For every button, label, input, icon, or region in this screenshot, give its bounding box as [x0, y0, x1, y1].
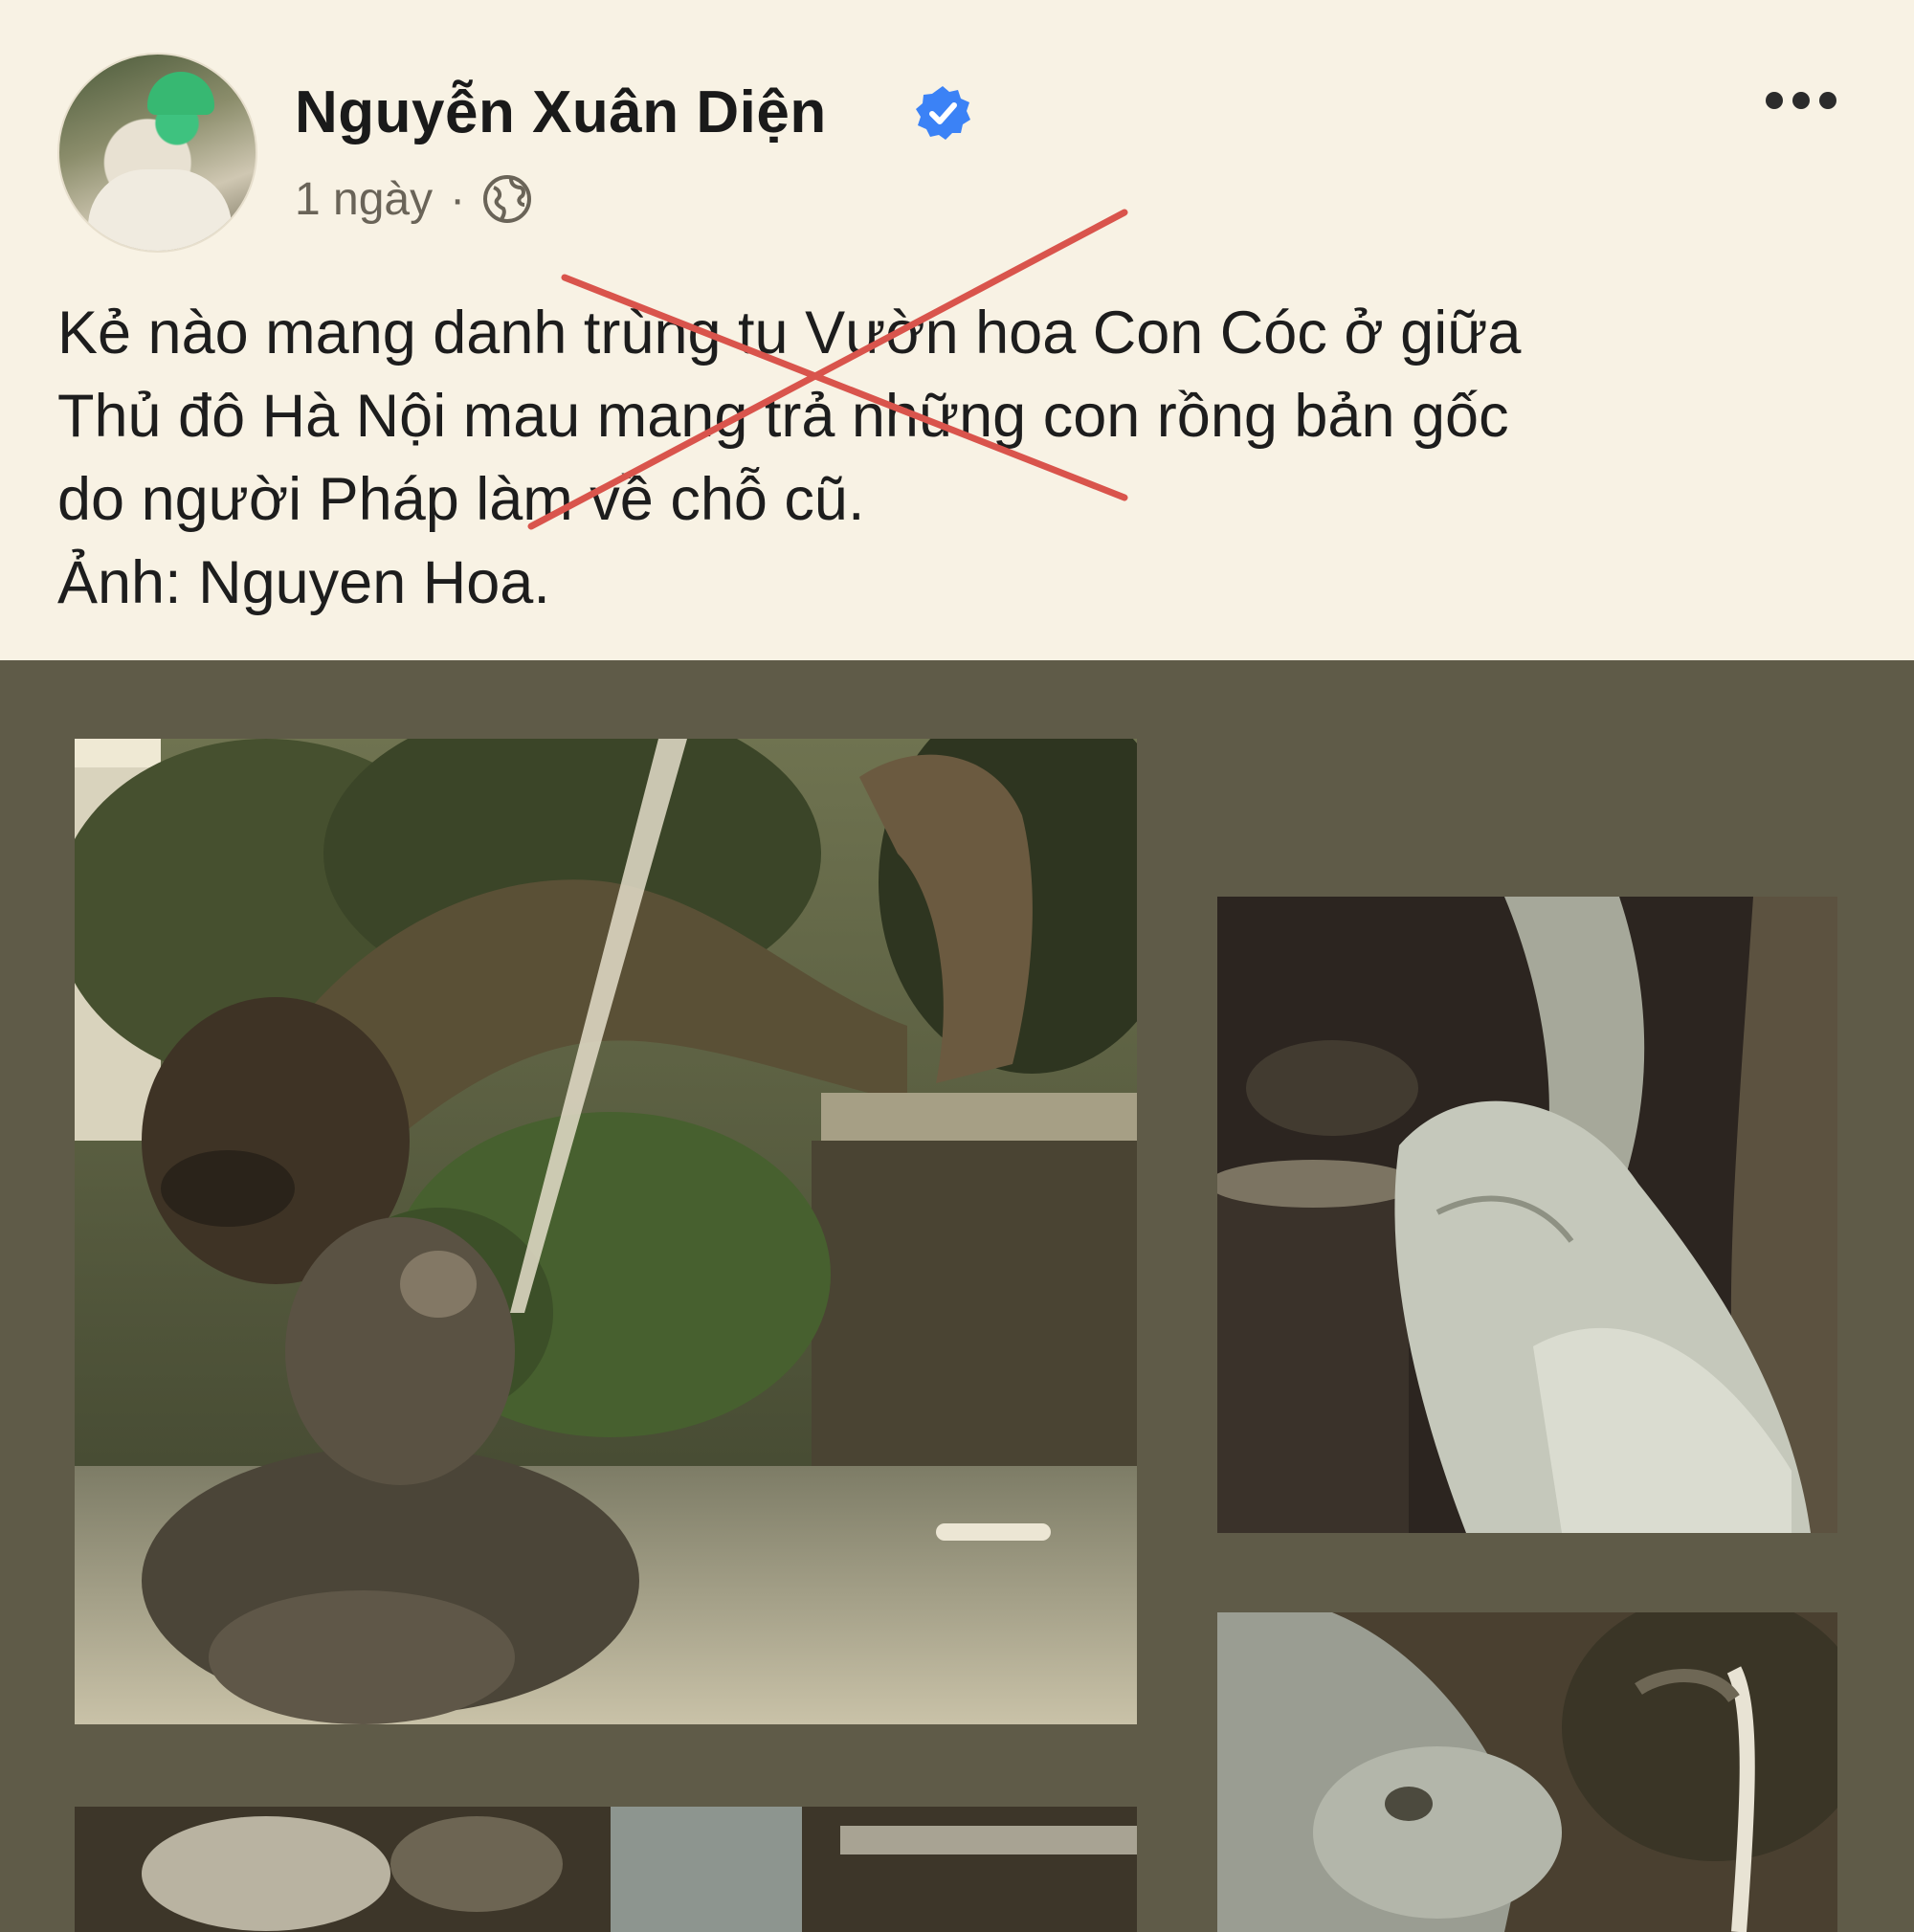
photo-fountain-bottom[interactable]: [75, 1807, 1137, 1932]
photo-toad-fountain[interactable]: [75, 739, 1137, 1724]
author-avatar[interactable]: [57, 53, 257, 253]
verified-badge-icon: [916, 86, 970, 140]
post-meta: 1 ngày ·: [295, 170, 532, 228]
post-text-line: Kẻ nào mang danh trùng tu Vườn hoa Con C…: [57, 300, 1522, 366]
photo-credit: Ảnh: Nguyen Hoa.: [57, 549, 550, 616]
photo-dragon-head[interactable]: [1217, 1612, 1837, 1932]
post-text-line: Thủ đô Hà Nội mau mang trả những con rồn…: [57, 383, 1509, 450]
post-timestamp[interactable]: 1 ngày: [295, 173, 433, 226]
author-name[interactable]: Nguyễn Xuân Diện: [295, 78, 827, 146]
photo-dragon-statue-closeup[interactable]: [1217, 897, 1837, 1533]
photo-gallery: [0, 660, 1914, 1932]
globe-icon[interactable]: [482, 174, 532, 224]
more-options-icon[interactable]: [1766, 81, 1847, 120]
post-text-line: do người Pháp làm về chỗ cũ.: [57, 466, 865, 533]
post-header: Nguyễn Xuân Diện 1 ngày · Kẻ nào mang da…: [0, 0, 1914, 660]
post-text: Kẻ nào mang danh trùng tu Vườn hoa Con C…: [57, 292, 1857, 625]
meta-separator: ·: [450, 173, 466, 225]
